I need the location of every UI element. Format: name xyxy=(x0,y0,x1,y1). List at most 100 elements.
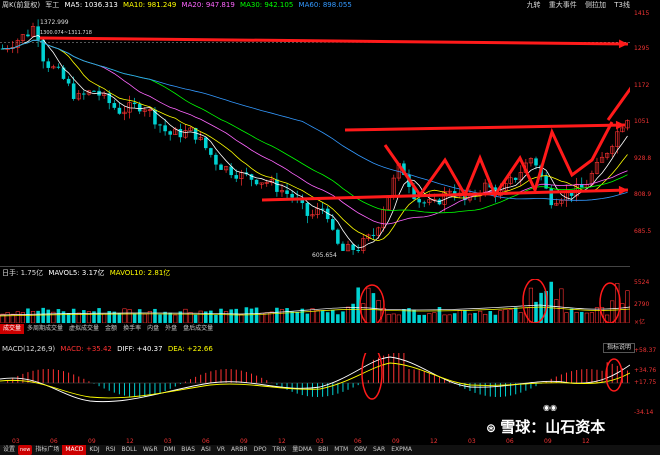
candle-body xyxy=(82,93,86,95)
volume-bar xyxy=(117,313,122,323)
ma5-label: MA5: 1036.313 xyxy=(64,1,118,9)
volume-bar xyxy=(549,281,554,323)
candle-body xyxy=(168,131,172,135)
indicator-tab[interactable]: new xyxy=(18,445,33,455)
volume-tab[interactable]: 多周期成交量 xyxy=(24,324,66,334)
volume-axis: 5524 2790 ×亿 xyxy=(630,279,660,326)
events-button[interactable]: 重大事件 xyxy=(549,1,577,9)
volume-bar xyxy=(153,308,157,323)
indicator-tab[interactable]: MACD xyxy=(62,445,87,455)
volume-tab[interactable]: 金额 xyxy=(102,324,120,334)
volume-bar xyxy=(224,311,229,323)
volume-tab[interactable]: 内盘 xyxy=(144,324,162,334)
price-chart[interactable] xyxy=(0,10,630,265)
candle-body xyxy=(305,203,310,216)
period-label: 周K(前复权) xyxy=(2,1,41,9)
indicator-tab[interactable]: 量DMA xyxy=(289,445,315,455)
indicator-tab[interactable]: 指标广场 xyxy=(32,445,62,455)
volume-bar xyxy=(518,312,523,323)
volume-bar xyxy=(142,313,147,323)
indicator-tab[interactable]: SAR xyxy=(370,445,388,455)
time-tick: 06 xyxy=(506,438,514,445)
price-legend: 周K(前复权) 军工 MA5: 1036.313 MA10: 981.249 M… xyxy=(2,1,355,10)
indicator-tab[interactable]: BOLL xyxy=(118,445,139,455)
t3-button[interactable]: T3线 xyxy=(614,1,630,9)
volume-tab[interactable]: 换手率 xyxy=(120,324,144,334)
time-tick: 12 xyxy=(582,438,590,445)
volume-tab[interactable]: 外盘 xyxy=(162,324,180,334)
macd-value: MACD: +35.42 xyxy=(60,345,112,353)
volume-bar xyxy=(305,313,310,323)
candle-body xyxy=(290,193,294,198)
candle-body xyxy=(178,129,183,138)
volume-bar xyxy=(473,312,477,323)
indicator-tab[interactable]: BBI xyxy=(315,445,331,455)
indicator-tab[interactable]: TRIX xyxy=(270,445,290,455)
candle-body xyxy=(331,219,335,230)
xueqiu-logo-icon: ⊛ xyxy=(486,421,501,435)
ma20-label: MA20: 947.819 xyxy=(181,1,235,9)
volume-bar xyxy=(249,308,254,323)
time-tick: 06 xyxy=(50,438,58,445)
volume-tab[interactable]: 成交量 xyxy=(0,324,25,334)
indicator-help-button[interactable]: 指标说明 xyxy=(603,343,636,353)
jiuzhuan-button[interactable]: 九转 xyxy=(527,1,541,9)
indicator-tab[interactable]: OBV xyxy=(351,445,370,455)
volume-bar xyxy=(158,314,162,323)
indicator-tab[interactable]: DMI xyxy=(161,445,179,455)
candle-body xyxy=(341,243,345,251)
volume-bar xyxy=(36,310,40,323)
volume-bar xyxy=(214,314,218,323)
indicator-tab[interactable]: KDJ xyxy=(86,445,102,455)
volume-chart[interactable] xyxy=(0,279,630,323)
vol-tick: ×亿 xyxy=(634,319,646,326)
volume-tab[interactable]: 盘后成交量 xyxy=(180,324,216,334)
indicator-tab[interactable]: DPO xyxy=(251,445,270,455)
volume-bar xyxy=(173,314,178,323)
volume-bar xyxy=(279,309,285,323)
volume-bar xyxy=(386,313,391,323)
price-tick: 1295 xyxy=(634,45,650,52)
volume-bar xyxy=(15,311,20,323)
breakout-arrow xyxy=(606,86,630,121)
volume-bar xyxy=(5,312,10,323)
low-annotation: 605.654 xyxy=(312,252,337,259)
indicator-tab[interactable]: BIAS xyxy=(178,445,198,455)
volume-tab[interactable]: 虚拟成交量 xyxy=(66,324,102,334)
ma20-line xyxy=(2,39,628,225)
price-tick: 1172 xyxy=(634,82,650,89)
volume-bar xyxy=(493,314,498,323)
indicator-tab[interactable]: W&R xyxy=(140,445,161,455)
ma60-line xyxy=(2,39,628,201)
indicator-tab[interactable]: VR xyxy=(214,445,228,455)
volume-tabs: 成交量 多周期成交量 虚拟成交量 金额 换手率 内盘 外盘 盘后成交量 xyxy=(0,324,216,334)
indicator-tab[interactable]: EXPMA xyxy=(388,445,415,455)
price-axis: 1415 1295 1172 1051 928.8 808.9 685.5 xyxy=(630,10,660,265)
toolbar-right: 九转 重大事件 侧拉加 T3线 xyxy=(521,0,630,10)
volume-bar xyxy=(71,308,76,323)
indicator-tab[interactable]: RSI xyxy=(103,445,119,455)
volume-bar xyxy=(452,313,457,323)
indicator-tab[interactable]: MTM xyxy=(331,445,351,455)
price-tick: 1051 xyxy=(634,118,650,125)
indicator-tab[interactable]: 设置 xyxy=(0,445,18,455)
indicator-tab[interactable]: ARBR xyxy=(228,445,251,455)
volume-bar xyxy=(46,309,51,323)
volume-bar xyxy=(554,299,559,323)
candle-body xyxy=(371,234,376,236)
side-button[interactable]: 侧拉加 xyxy=(585,1,606,9)
ma10-line xyxy=(2,39,628,242)
volume-bar xyxy=(198,310,203,323)
indicator-tab[interactable]: ASI xyxy=(198,445,214,455)
volume-bar xyxy=(20,312,25,323)
volume-bar xyxy=(219,308,223,323)
volume-bar xyxy=(325,312,330,323)
volume-bar xyxy=(579,311,584,323)
candle-body xyxy=(219,164,223,170)
volume-bar xyxy=(137,309,142,323)
dea-value: DEA: +22.66 xyxy=(167,345,213,353)
volume-bar xyxy=(594,307,600,323)
candle-body xyxy=(26,34,30,37)
volume-bar xyxy=(620,303,625,323)
volume-bar xyxy=(163,311,167,323)
